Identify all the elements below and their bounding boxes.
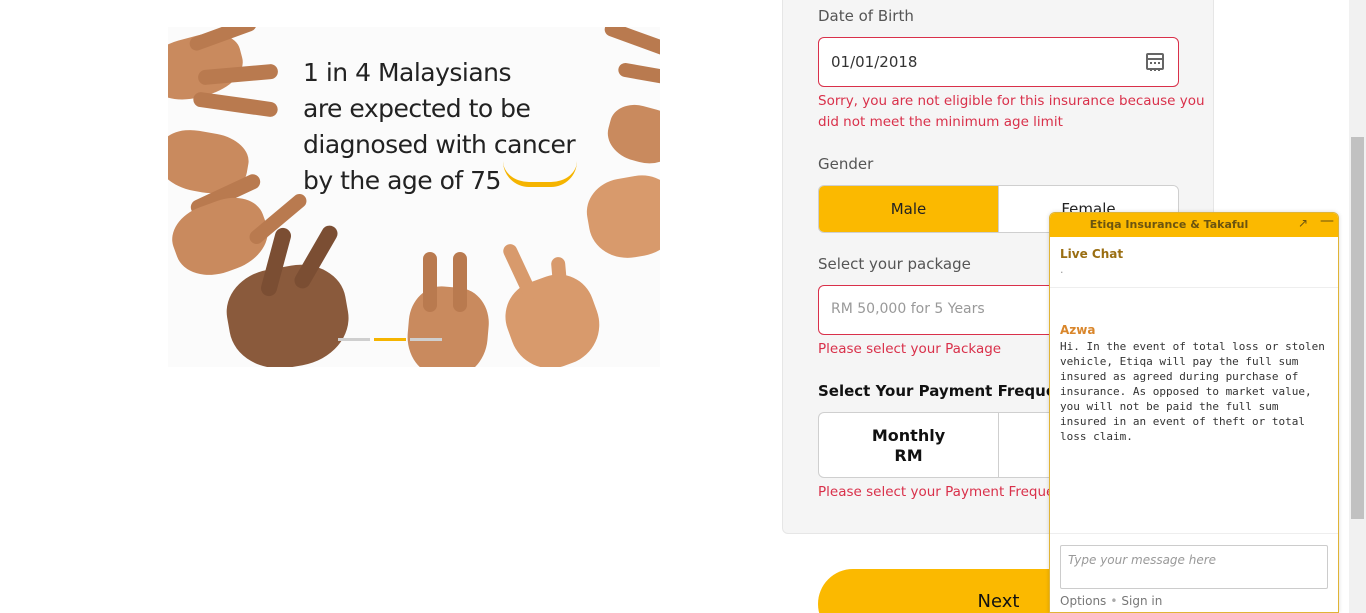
carousel-dot[interactable]	[338, 338, 370, 341]
chat-options-link[interactable]: Options	[1060, 594, 1106, 608]
banner-carousel[interactable]: 1 in 4 Malaysians are expected to be dia…	[168, 27, 660, 367]
hand-image	[192, 91, 279, 118]
hand-image	[617, 61, 660, 87]
expand-icon[interactable]: ↗	[1298, 216, 1308, 230]
hand-image	[404, 283, 492, 367]
minimize-icon[interactable]: —	[1320, 213, 1334, 229]
hand-image	[453, 252, 467, 312]
dob-error-line: did not meet the minimum age limit	[818, 114, 1063, 130]
page: 1 in 4 Malaysians are expected to be dia…	[0, 0, 1366, 613]
calendar-icon[interactable]	[1146, 53, 1164, 71]
payment-monthly-label: Monthly	[871, 426, 946, 445]
dob-field[interactable]: 01/01/2018	[818, 37, 1179, 87]
chat-subtitle: Live Chat	[1060, 247, 1124, 261]
chat-message-input[interactable]: Type your message here	[1060, 545, 1328, 589]
hand-image	[602, 98, 660, 171]
chat-input-placeholder: Type your message here	[1068, 553, 1217, 567]
dob-error: Sorry, you are not eligible for this ins…	[818, 91, 1205, 133]
dob-value: 01/01/2018	[831, 53, 918, 71]
hand-image	[602, 27, 660, 58]
package-error: Please select your Package	[818, 341, 1002, 357]
chat-title: Etiqa Insurance & Takaful	[1089, 218, 1249, 231]
banner-line: diagnosed with cancer	[303, 130, 576, 159]
package-label: Select your package	[818, 255, 971, 273]
carousel-dot[interactable]	[410, 338, 442, 341]
payment-monthly-amount: RM	[894, 446, 923, 465]
chat-header[interactable]: Etiqa Insurance & Takaful ↗ —	[1050, 213, 1338, 237]
payment-frequency-label: Select Your Payment Frequency	[818, 382, 1086, 400]
banner-line: 1 in 4 Malaysians	[303, 58, 512, 87]
separator: •	[1110, 594, 1118, 608]
payment-monthly-option[interactable]: Monthly RM	[819, 413, 998, 477]
agent-name: Azwa	[1060, 323, 1096, 337]
scrollbar-thumb[interactable]	[1351, 137, 1364, 519]
banner-line: are expected to be	[303, 94, 531, 123]
hand-image	[220, 257, 356, 367]
hand-image	[423, 252, 437, 312]
gender-label: Gender	[818, 155, 874, 173]
payment-error: Please select your Payment Frequency	[818, 484, 1079, 500]
divider	[1050, 533, 1338, 534]
gender-male-button[interactable]: Male	[819, 186, 998, 232]
dob-label: Date of Birth	[818, 7, 914, 25]
live-chat-widget: Etiqa Insurance & Takaful ↗ — Live Chat …	[1049, 212, 1339, 613]
carousel-dot-active[interactable]	[374, 338, 406, 341]
package-placeholder: RM 50,000 for 5 Years	[831, 301, 985, 317]
chat-status: .	[1060, 263, 1064, 276]
divider	[1050, 287, 1338, 288]
chat-message: Hi. In the event of total loss or stolen…	[1060, 340, 1325, 443]
chat-signin-link[interactable]: Sign in	[1121, 594, 1162, 608]
chat-footer: Options • Sign in	[1060, 594, 1162, 608]
carousel-indicators	[338, 338, 442, 341]
dob-error-line: Sorry, you are not eligible for this ins…	[818, 93, 1205, 109]
